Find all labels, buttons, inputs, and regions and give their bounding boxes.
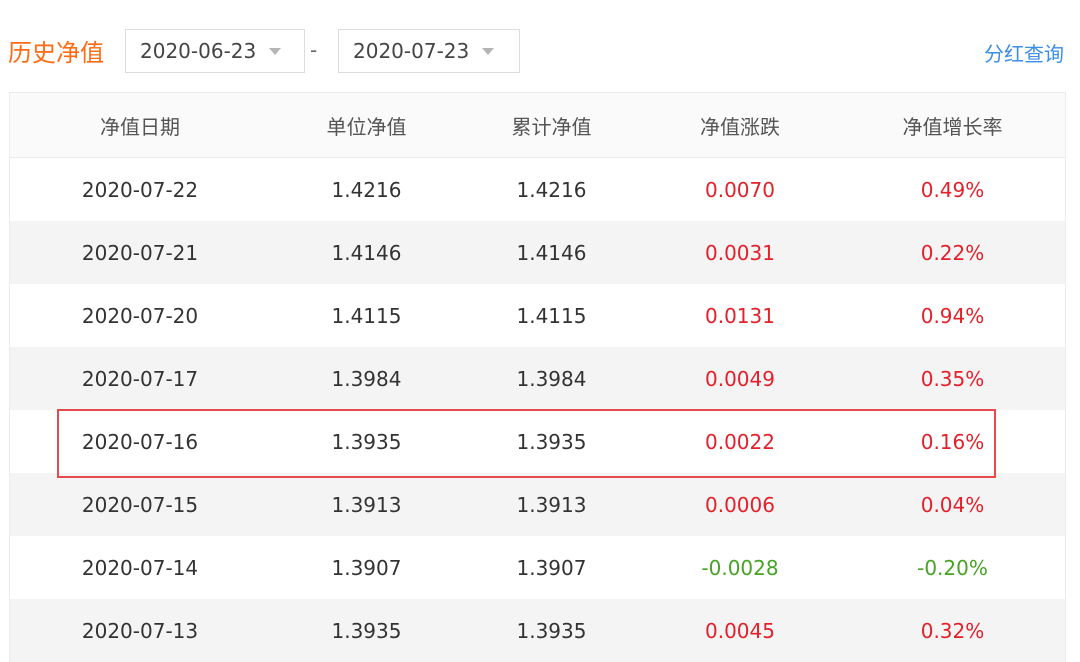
table-row: 2020-07-22 1.4216 1.4216 0.0070 0.49% [10, 158, 1065, 221]
cell-unit-nav: 1.3935 [331, 429, 402, 454]
cell-accum-nav: 1.3984 [516, 366, 587, 391]
column-header-growth-rate: 净值增长率 [902, 114, 1003, 139]
table-body: 2020-07-22 1.4216 1.4216 0.0070 0.49% 2020-07… [10, 158, 1065, 662]
date-range-separator: - [310, 38, 318, 62]
column-header-unit-nav: 单位净值 [326, 114, 407, 139]
cell-date: 2020-07-20 [81, 303, 199, 328]
nav-history-table: 净值日期 单位净值 累计净值 净值涨跌 净值增长率 2020-07-22 1.42… [9, 92, 1066, 662]
cell-growth-rate: 0.16% [920, 429, 985, 454]
toolbar: 历史净值 2020-06-23 - 2020-07-23 分红查询 [0, 0, 1080, 92]
table-row: 2020-07-17 1.3984 1.3984 0.0049 0.35% [10, 347, 1065, 410]
caret-down-icon [482, 48, 494, 55]
cell-unit-nav: 1.3984 [331, 366, 402, 391]
dividend-query-link[interactable]: 分红查询 [984, 38, 1064, 67]
cell-growth-rate: 0.35% [920, 366, 985, 391]
cell-change: 0.0006 [705, 492, 775, 517]
cell-change: 0.0070 [705, 177, 775, 202]
table-row: 2020-07-20 1.4115 1.4115 0.0131 0.94% [10, 284, 1065, 347]
end-date-value: 2020-07-23 [353, 39, 470, 63]
table-header-row: 净值日期 单位净值 累计净值 净值涨跌 净值增长率 [10, 92, 1065, 158]
cell-unit-nav: 1.4146 [331, 240, 402, 265]
table-row: 2020-07-14 1.3907 1.3907 -0.0028 -0.20% [10, 536, 1065, 599]
cell-change: 0.0045 [705, 618, 775, 643]
cell-change: 0.0049 [705, 366, 775, 391]
cell-accum-nav: 1.3913 [516, 492, 587, 517]
cell-date: 2020-07-21 [81, 240, 199, 265]
start-date-value: 2020-06-23 [140, 39, 257, 63]
cell-unit-nav: 1.3907 [331, 555, 402, 580]
column-header-date: 净值日期 [100, 114, 180, 139]
cell-change: -0.0028 [701, 555, 779, 580]
cell-accum-nav: 1.3935 [516, 618, 587, 643]
cell-unit-nav: 1.4115 [331, 303, 402, 328]
cell-change: 0.0022 [705, 429, 775, 454]
table-row: 2020-07-15 1.3913 1.3913 0.0006 0.04% [10, 473, 1065, 536]
cell-accum-nav: 1.3907 [516, 555, 587, 580]
table-row: 2020-07-13 1.3935 1.3935 0.0045 0.32% [10, 599, 1065, 662]
page-title: 历史净值 [8, 39, 104, 67]
column-header-change: 净值涨跌 [700, 114, 780, 139]
caret-down-icon [269, 48, 281, 55]
column-header-accum-nav: 累计净值 [511, 114, 592, 139]
cell-growth-rate: 0.49% [920, 177, 985, 202]
cell-accum-nav: 1.3935 [516, 429, 587, 454]
cell-accum-nav: 1.4115 [516, 303, 587, 328]
cell-unit-nav: 1.3935 [331, 618, 402, 643]
cell-date: 2020-07-22 [81, 177, 199, 202]
cell-date: 2020-07-17 [81, 366, 199, 391]
cell-growth-rate: -0.20% [917, 555, 988, 580]
cell-date: 2020-07-16 [81, 429, 199, 454]
cell-date: 2020-07-13 [81, 618, 199, 643]
end-date-select[interactable]: 2020-07-23 [338, 29, 520, 73]
cell-date: 2020-07-14 [81, 555, 199, 580]
cell-growth-rate: 0.94% [920, 303, 985, 328]
cell-change: 0.0031 [705, 240, 775, 265]
cell-change: 0.0131 [705, 303, 775, 328]
start-date-select[interactable]: 2020-06-23 [125, 29, 305, 73]
cell-unit-nav: 1.3913 [331, 492, 402, 517]
cell-growth-rate: 0.22% [920, 240, 985, 265]
cell-unit-nav: 1.4216 [331, 177, 402, 202]
cell-date: 2020-07-15 [81, 492, 199, 517]
cell-growth-rate: 0.32% [920, 618, 985, 643]
cell-accum-nav: 1.4146 [516, 240, 587, 265]
cell-growth-rate: 0.04% [920, 492, 985, 517]
table-row: 2020-07-21 1.4146 1.4146 0.0031 0.22% [10, 221, 1065, 284]
table-row: 2020-07-16 1.3935 1.3935 0.0022 0.16% [10, 410, 1065, 473]
cell-accum-nav: 1.4216 [516, 177, 587, 202]
